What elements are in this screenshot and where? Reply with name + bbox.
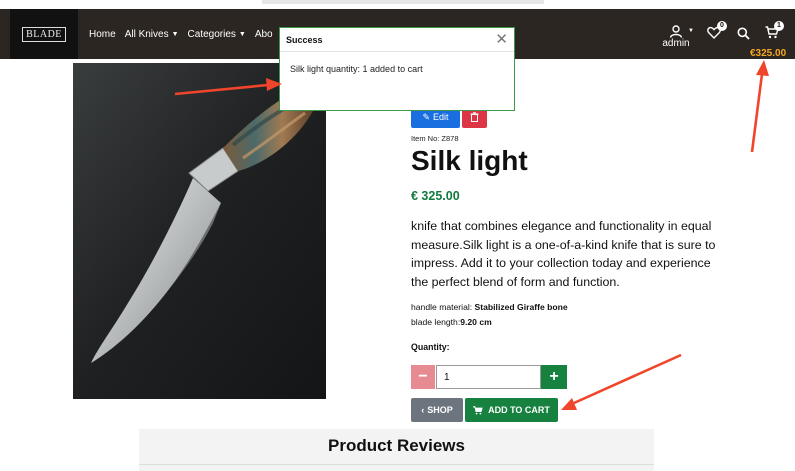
- user-name: admin: [662, 38, 690, 49]
- nav-link-home[interactable]: Home: [89, 29, 116, 40]
- product-image[interactable]: [73, 63, 326, 399]
- item-number: Item No: Z878: [411, 134, 459, 143]
- user-menu[interactable]: admin ▼: [660, 25, 694, 49]
- toast-title: Success: [280, 28, 514, 52]
- shop-button-label: SHOP: [427, 405, 453, 415]
- nav-link-label: All Knives: [124, 28, 169, 40]
- edit-icon: ✎: [422, 111, 431, 122]
- spec-value: Stabilized Giraffe bone: [474, 302, 568, 312]
- reviews-title: Product Reviews: [328, 436, 465, 455]
- caret-down-icon: ▼: [238, 30, 246, 38]
- cart-icon: [473, 405, 483, 415]
- knife-photo: [73, 63, 326, 399]
- site-logo[interactable]: BLADE: [10, 9, 78, 59]
- divider: [139, 464, 654, 465]
- nav-link-categories[interactable]: Categories ▼: [188, 29, 246, 40]
- product-description: knife that combines elegance and functio…: [411, 219, 716, 289]
- tab-shadow: [262, 0, 544, 4]
- nav-link-label: Categories: [187, 28, 236, 40]
- close-icon[interactable]: ✕: [495, 32, 508, 47]
- spec-handle-material: handle material: Stabilized Giraffe bone: [411, 302, 568, 312]
- spec-label: handle material:: [411, 302, 475, 312]
- quantity-input[interactable]: 1: [436, 365, 541, 389]
- trash-icon: [470, 112, 479, 122]
- success-toast: Success ✕ Silk light quantity: 1 added t…: [279, 27, 515, 111]
- product-title: Silk light: [411, 145, 528, 176]
- product-price: € 325.00: [411, 189, 460, 203]
- cart-button[interactable]: 1: [765, 21, 784, 44]
- spec-blade-length: blade length:9.20 cm: [411, 317, 492, 327]
- minus-icon: −: [418, 368, 428, 385]
- quantity-label: Quantity:: [411, 342, 450, 352]
- chevron-left-icon: ‹: [421, 405, 425, 415]
- arrow-to-add-to-cart: [561, 353, 682, 410]
- nav-links: Home All Knives ▼ Categories ▼ Abo: [89, 9, 273, 59]
- nav-link-label: Home: [89, 28, 116, 40]
- spec-value: 9.20 cm: [460, 317, 492, 327]
- quantity-decrease-button[interactable]: −: [411, 365, 435, 389]
- quantity-increase-button[interactable]: +: [541, 365, 567, 389]
- caret-down-icon: ▼: [688, 28, 694, 34]
- shop-button[interactable]: ‹ SHOP: [411, 398, 463, 422]
- caret-down-icon: ▼: [171, 30, 179, 38]
- edit-button-label: Edit: [433, 112, 449, 122]
- spec-label: blade length:: [411, 317, 461, 327]
- search-icon: [737, 27, 750, 40]
- add-to-cart-label: ADD TO CART: [488, 405, 550, 415]
- add-to-cart-button[interactable]: ADD TO CART: [465, 398, 558, 422]
- cart-count-badge: 1: [774, 21, 784, 31]
- user-icon: [669, 25, 683, 38]
- browser-top-strip: [0, 0, 795, 9]
- search-button[interactable]: [737, 27, 750, 45]
- reviews-section: Product Reviews: [139, 429, 654, 471]
- plus-icon: +: [549, 368, 559, 385]
- nav-link-all-knives[interactable]: All Knives ▼: [125, 29, 179, 40]
- cart-total[interactable]: €325.00: [750, 48, 786, 59]
- nav-link-label: Abo: [254, 28, 273, 40]
- wishlist-button[interactable]: 0: [707, 21, 727, 44]
- toast-message: Silk light quantity: 1 added to cart: [290, 64, 423, 74]
- nav-link-about[interactable]: Abo: [255, 29, 273, 40]
- arrow-to-cart-total: [750, 60, 769, 153]
- logo-text: BLADE: [22, 26, 66, 42]
- wishlist-count-badge: 0: [717, 21, 727, 31]
